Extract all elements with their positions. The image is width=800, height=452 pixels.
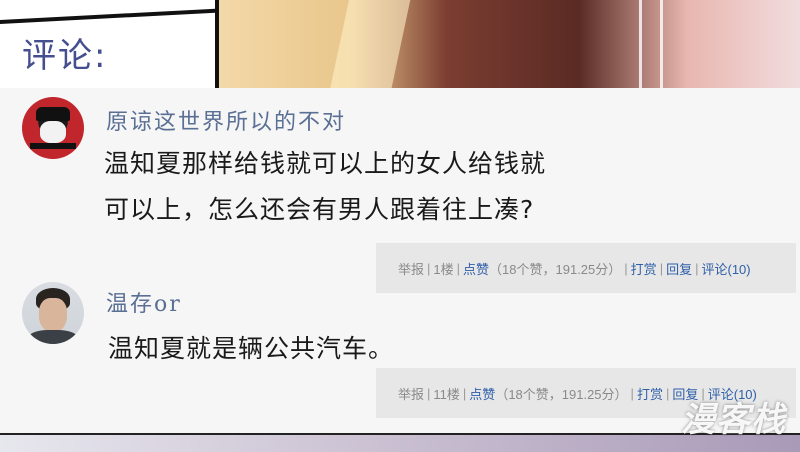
comment-body: 温知夏就是辆公共汽车。 [108,326,394,372]
floor-number: 11楼 [433,386,460,402]
comment-line: 温知夏那样给钱就可以上的女人给钱就 [104,149,547,178]
comments-heading: 评论: [22,36,108,76]
avatar[interactable] [22,97,84,159]
comments-count-link[interactable]: 评论(10) [701,259,750,278]
comic-illustration [215,0,800,92]
report-link[interactable]: 举报 [398,384,424,403]
comment-username[interactable]: 原谅这世界所以的不对 [106,104,346,136]
like-button[interactable]: 点赞 [469,384,495,403]
report-link[interactable]: 举报 [398,259,424,278]
floor-number: 1楼 [433,261,454,277]
comment-action-bar: 举报 | 1楼 | 点赞 （18个赞，191.25分） | 打赏 | 回复 | … [376,243,796,293]
comment-username[interactable]: 温存or [106,286,182,318]
like-button[interactable]: 点赞 [463,259,489,278]
like-stats: （18个赞，191.25分） [489,261,622,277]
comic-panel-bottom [0,433,800,452]
tip-button[interactable]: 打赏 [637,384,663,403]
comment-line: 温知夏就是辆公共汽车。 [108,334,395,363]
avatar[interactable] [22,282,84,344]
comment-line: 可以上，怎么还会有男人跟着往上凑? [104,195,535,224]
reply-button[interactable]: 回复 [666,259,692,278]
panel-border-line [0,0,230,24]
watermark-logo: 漫客栈 [681,400,786,440]
like-stats: （18个赞，191.25分） [495,386,628,402]
comic-panel-top: 评论: [0,0,800,92]
comment-body: 温知夏那样给钱就可以上的女人给钱就 可以上，怎么还会有男人跟着往上凑? [104,141,624,233]
tip-button[interactable]: 打赏 [631,259,657,278]
